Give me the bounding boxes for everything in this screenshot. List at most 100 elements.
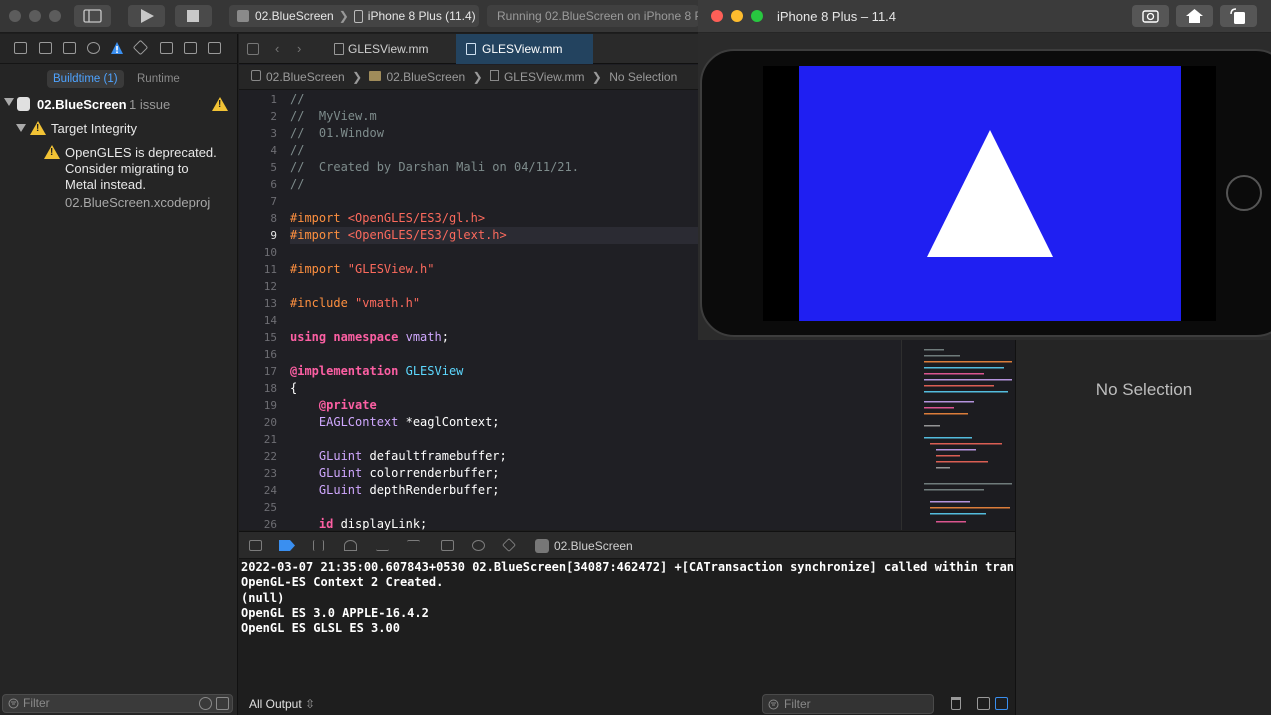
tab-label: GLESView.mm xyxy=(348,42,429,56)
code-line[interactable]: { xyxy=(290,380,900,397)
camera-icon xyxy=(1142,10,1159,23)
disclosure-triangle-icon[interactable] xyxy=(16,124,26,132)
code-line[interactable]: @private xyxy=(290,397,900,414)
code-token: "vmath.h" xyxy=(355,296,421,310)
zoom-window-button[interactable] xyxy=(49,10,61,22)
report-icon[interactable] xyxy=(208,42,221,54)
back-arrow-icon[interactable]: ‹ xyxy=(275,41,279,56)
location-icon[interactable] xyxy=(501,537,517,553)
code-token: #include xyxy=(290,296,356,310)
issue-file: 02.BlueScreen.xcodeproj xyxy=(65,195,211,210)
code-line[interactable]: id displayLink; xyxy=(290,516,900,530)
view-debugger-icon[interactable] xyxy=(441,540,454,551)
project-issue-row[interactable]: 02.BlueScreen 1 issue xyxy=(0,96,238,114)
code-line[interactable]: @implementation GLESView xyxy=(290,363,900,380)
code-line[interactable]: GLuint depthRenderbuffer; xyxy=(290,482,900,499)
code-token: GLESView xyxy=(405,364,464,378)
rotate-button[interactable] xyxy=(1220,5,1257,27)
memory-graph-icon[interactable] xyxy=(472,540,485,551)
screenshot-button[interactable] xyxy=(1132,5,1169,27)
jump-bar-file[interactable]: GLESView.mm xyxy=(489,65,584,90)
breakpoint-icon[interactable] xyxy=(184,42,197,54)
breakpoints-toggle-icon[interactable] xyxy=(279,540,295,551)
debug-icon[interactable] xyxy=(160,42,173,54)
line-number: 15 xyxy=(263,331,277,344)
segment-runtime[interactable]: Runtime xyxy=(131,70,186,88)
find-icon[interactable] xyxy=(87,42,100,54)
jump-bar-folder[interactable]: 02.BlueScreen xyxy=(369,65,465,90)
scheme-device-label: iPhone 8 Plus (11.4) xyxy=(367,9,476,23)
step-into-icon[interactable] xyxy=(376,540,389,551)
recent-filter-icon[interactable] xyxy=(199,697,212,710)
minimize-window-button[interactable] xyxy=(731,10,743,22)
issue-navigator-icon[interactable] xyxy=(110,41,124,55)
source-control-icon[interactable] xyxy=(39,42,52,54)
folder-icon[interactable] xyxy=(14,42,27,54)
code-line[interactable] xyxy=(290,499,900,516)
line-number-gutter: 1 2 3 4 5 6 7 8 9 10 11 12 13 14 15 16 17 18 19 20 21 22 23 24 2… xyxy=(239,91,283,531)
step-over-icon[interactable] xyxy=(344,540,357,551)
variables-view-toggle-icon[interactable] xyxy=(977,697,990,710)
line-number: 22 xyxy=(263,450,277,463)
line-number: 10 xyxy=(263,246,277,259)
issue-navigator: Buildtime (1) Runtime 02.BlueScreen 1 is… xyxy=(0,34,238,715)
code-line[interactable] xyxy=(290,346,900,363)
tab-glesview-active[interactable]: GLESView.mm xyxy=(456,34,593,64)
line-number: 17 xyxy=(263,365,277,378)
sidebar-icon xyxy=(83,9,102,23)
issue-message-line: Consider migrating to xyxy=(65,161,189,176)
navigator-filter-field[interactable]: Filter xyxy=(2,694,233,713)
code-token: @private xyxy=(290,398,377,412)
minimize-window-button[interactable] xyxy=(29,10,41,22)
close-window-button[interactable] xyxy=(9,10,21,22)
console-output[interactable]: 2022-03-07 21:35:00.607843+0530 02.BlueS… xyxy=(241,560,1013,690)
symbol-icon[interactable] xyxy=(63,42,76,54)
jump-bar-project[interactable]: 02.BlueScreen xyxy=(251,65,345,90)
warning-icon xyxy=(44,145,60,159)
disclosure-triangle-icon[interactable] xyxy=(4,98,14,106)
simulator-window: iPhone 8 Plus – 11.4 xyxy=(698,0,1271,340)
scheme-selector[interactable]: 02.BlueScreen ❯ iPhone 8 Plus (11.4) xyxy=(229,5,479,27)
console-line: (null) xyxy=(241,590,285,605)
console-view-toggle-icon[interactable] xyxy=(995,697,1008,710)
stop-button[interactable] xyxy=(175,5,212,27)
close-window-button[interactable] xyxy=(711,10,723,22)
toggle-navigator-button[interactable] xyxy=(74,5,111,27)
run-button[interactable] xyxy=(128,5,165,27)
zoom-window-button[interactable] xyxy=(751,10,763,22)
debug-bar: 02.BlueScreen xyxy=(239,532,1015,559)
output-selector[interactable]: All Output ⇳ xyxy=(249,697,315,711)
simulator-title-bar[interactable]: iPhone 8 Plus – 11.4 xyxy=(698,0,1271,33)
tab-glesview-inactive[interactable]: GLESView.mm xyxy=(326,34,454,64)
code-token: GLuint xyxy=(290,483,363,497)
code-token: vmath xyxy=(405,330,442,344)
code-token: *eaglContext; xyxy=(398,415,500,429)
code-line[interactable]: EAGLContext *eaglContext; xyxy=(290,414,900,431)
filter-options-icon[interactable] xyxy=(216,697,229,710)
home-button-ring[interactable] xyxy=(1226,175,1262,211)
device-screen[interactable] xyxy=(763,66,1216,321)
console-footer: All Output ⇳ Filter xyxy=(239,693,1015,715)
test-icon[interactable] xyxy=(132,39,149,56)
play-icon xyxy=(141,9,154,23)
code-line[interactable]: GLuint defaultframebuffer; xyxy=(290,448,900,465)
group-row[interactable]: Target Integrity xyxy=(0,120,238,138)
jump-bar-symbol[interactable]: No Selection xyxy=(609,65,677,90)
code-line[interactable]: GLuint colorrenderbuffer; xyxy=(290,465,900,482)
navigator-filter-placeholder: Filter xyxy=(23,696,50,710)
step-out-icon[interactable] xyxy=(407,540,420,551)
trash-icon[interactable] xyxy=(951,697,961,710)
simulator-title: iPhone 8 Plus – 11.4 xyxy=(777,9,897,24)
tab-label: GLESView.mm xyxy=(482,42,563,56)
related-items-icon[interactable] xyxy=(247,43,259,55)
hide-debug-area-icon[interactable] xyxy=(249,540,262,551)
iphone-device-frame xyxy=(700,49,1271,337)
code-line[interactable] xyxy=(290,431,900,448)
segment-buildtime[interactable]: Buildtime (1) xyxy=(47,70,124,88)
home-button[interactable] xyxy=(1176,5,1213,27)
forward-arrow-icon[interactable]: › xyxy=(297,41,301,56)
pause-icon[interactable] xyxy=(313,540,324,551)
line-number: 18 xyxy=(263,382,277,395)
issue-item[interactable]: OpenGLES is deprecated. Consider migrati… xyxy=(0,144,238,214)
console-filter-field[interactable]: Filter xyxy=(762,694,934,714)
